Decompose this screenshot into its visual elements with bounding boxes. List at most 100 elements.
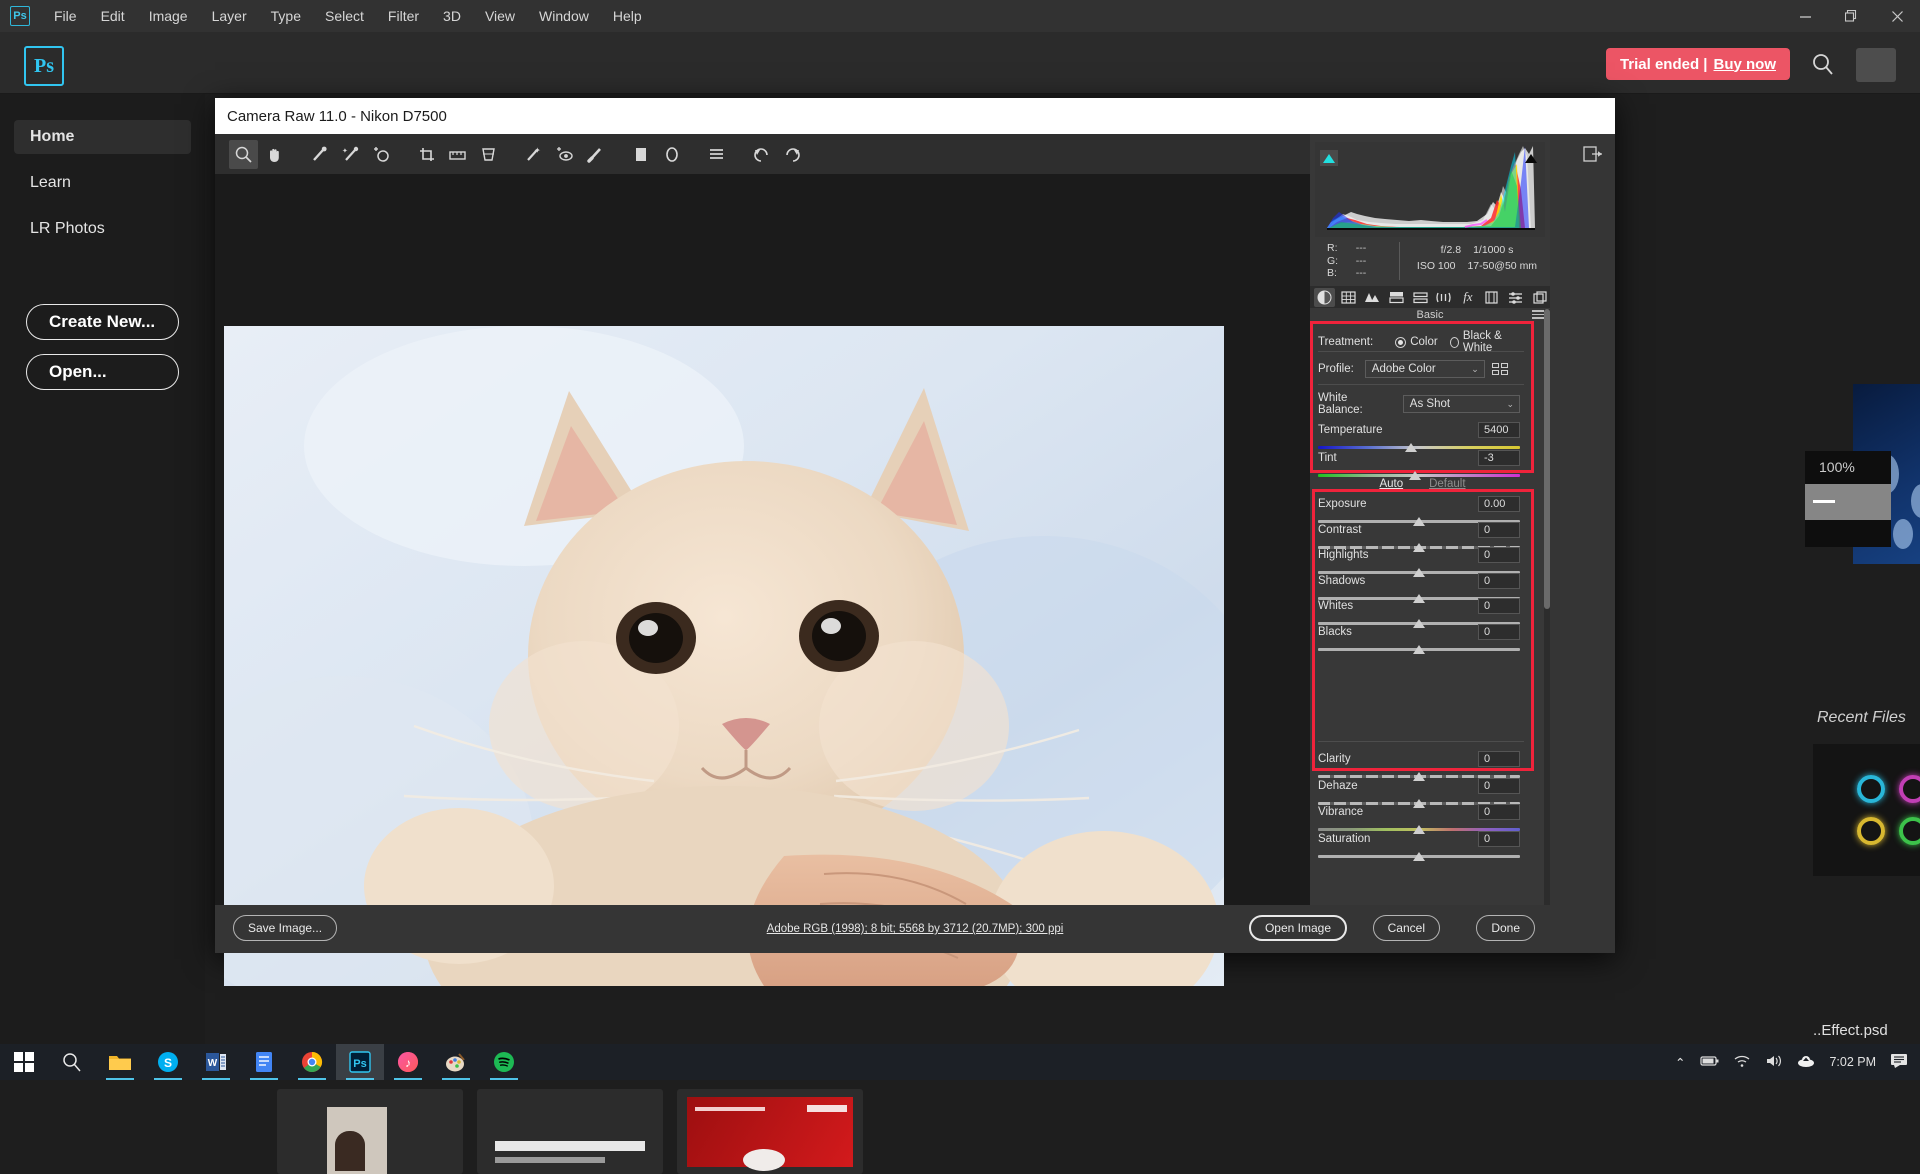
transform-tool[interactable] (474, 140, 503, 169)
battery-icon[interactable] (1699, 1055, 1719, 1070)
search-icon[interactable] (1810, 52, 1836, 78)
shadows-value-input[interactable]: 0 (1478, 573, 1520, 589)
sidebar-item-home[interactable]: Home (14, 120, 191, 154)
cancel-button[interactable]: Cancel (1373, 915, 1440, 941)
zoom-tool[interactable] (229, 140, 258, 169)
toggle-fullscreen-icon[interactable] (1579, 140, 1607, 168)
color-sampler-tool[interactable]: ✦ (336, 140, 365, 169)
tint-value-input[interactable]: -3 (1478, 450, 1520, 466)
default-link[interactable]: Default (1429, 478, 1465, 490)
recent-file-thumbnail[interactable] (1813, 744, 1920, 876)
basic-tab[interactable] (1314, 288, 1335, 307)
graduated-filter-tool[interactable] (626, 140, 655, 169)
taskbar-word[interactable]: W (192, 1044, 240, 1080)
presets-tab[interactable] (1505, 288, 1526, 307)
sidebar-item-lr-photos[interactable]: LR Photos (14, 212, 191, 246)
taskbar-docs[interactable] (240, 1044, 288, 1080)
taskbar-photoshop[interactable]: Ps (336, 1044, 384, 1080)
clock-time[interactable]: 7:02 PM (1829, 1055, 1876, 1069)
blacks-slider[interactable] (1318, 642, 1520, 656)
lens-corrections-tab[interactable] (1434, 288, 1455, 307)
wifi-icon[interactable] (1733, 1054, 1751, 1071)
list-item[interactable] (677, 1089, 863, 1174)
dehaze-value-input[interactable]: 0 (1478, 778, 1520, 794)
menu-item-view[interactable]: View (473, 0, 527, 32)
effects-tab[interactable]: fx (1457, 288, 1478, 307)
avatar[interactable] (1856, 48, 1896, 82)
clarity-value-input[interactable]: 0 (1478, 751, 1520, 767)
taskbar-search-taskbar[interactable] (48, 1044, 96, 1080)
menu-item-file[interactable]: File (42, 0, 89, 32)
taskbar-file-explorer[interactable] (96, 1044, 144, 1080)
calibration-tab[interactable] (1481, 288, 1502, 307)
close-button[interactable] (1874, 0, 1920, 32)
vibrance-value-input[interactable]: 0 (1478, 804, 1520, 820)
panel-scrollbar[interactable] (1544, 309, 1550, 909)
menu-item-type[interactable]: Type (259, 0, 313, 32)
white-balance-tool[interactable] (305, 140, 334, 169)
preferences-tool[interactable] (702, 140, 731, 169)
menu-item-filter[interactable]: Filter (376, 0, 431, 32)
create-new-button[interactable]: Create New... (26, 304, 179, 340)
targeted-adjustment-tool[interactable] (367, 140, 396, 169)
adjustment-brush-tool[interactable] (581, 140, 610, 169)
saturation-slider[interactable] (1318, 849, 1520, 863)
saturation-handle[interactable] (1413, 852, 1425, 861)
taskbar-spotify[interactable] (480, 1044, 528, 1080)
panel-scrollbar-thumb[interactable] (1544, 309, 1550, 609)
straighten-tool[interactable] (443, 140, 472, 169)
tray-chevron-icon[interactable]: ⌃ (1675, 1055, 1685, 1070)
cloud-icon[interactable] (1797, 1054, 1815, 1070)
menu-item-select[interactable]: Select (313, 0, 376, 32)
contrast-value-input[interactable]: 0 (1478, 522, 1520, 538)
open-image-button[interactable]: Open Image (1249, 915, 1347, 941)
saturation-value-input[interactable]: 0 (1478, 831, 1520, 847)
hsl-adjustments-tab[interactable] (1386, 288, 1407, 307)
done-button[interactable]: Done (1476, 915, 1535, 941)
profile-select[interactable]: Adobe Color ⌄ (1365, 360, 1485, 378)
taskbar-paint[interactable] (432, 1044, 480, 1080)
rotate-right-tool[interactable] (778, 140, 807, 169)
auto-link[interactable]: Auto (1379, 478, 1403, 490)
spot-removal-tool[interactable]: ✦ (519, 140, 548, 169)
buy-now-link[interactable]: Buy now (1714, 56, 1777, 73)
profile-browser-icon[interactable] (1492, 363, 1508, 375)
split-toning-tab[interactable] (1410, 288, 1431, 307)
menu-item-image[interactable]: Image (137, 0, 200, 32)
taskbar-chrome[interactable] (288, 1044, 336, 1080)
blacks-value-input[interactable]: 0 (1478, 624, 1520, 640)
taskbar-start-button[interactable] (0, 1044, 48, 1080)
whites-value-input[interactable]: 0 (1478, 598, 1520, 614)
red-eye-removal-tool[interactable] (550, 140, 579, 169)
menu-item-layer[interactable]: Layer (200, 0, 259, 32)
highlights-value-input[interactable]: 0 (1478, 547, 1520, 563)
snapshots-tab[interactable] (1529, 288, 1550, 307)
radio-color[interactable] (1395, 337, 1406, 348)
taskbar-itunes[interactable]: ♪ (384, 1044, 432, 1080)
notification-icon[interactable] (1890, 1053, 1908, 1071)
shadow-clipping-icon[interactable] (1320, 150, 1338, 166)
exposure-value-input[interactable]: 0.00 (1478, 496, 1520, 512)
list-item[interactable] (277, 1089, 463, 1174)
trial-ended-badge[interactable]: Trial ended | Buy now (1606, 48, 1790, 80)
treatment-color-radio[interactable]: Color (1395, 336, 1437, 348)
maximize-button[interactable] (1828, 0, 1874, 32)
menu-item-3d[interactable]: 3D (431, 0, 473, 32)
image-preview-canvas[interactable] (215, 174, 1310, 909)
rotate-left-tool[interactable] (747, 140, 776, 169)
taskbar-skype[interactable]: S (144, 1044, 192, 1080)
crop-tool[interactable] (412, 140, 441, 169)
menu-item-edit[interactable]: Edit (89, 0, 137, 32)
hand-tool[interactable] (260, 140, 289, 169)
panel-menu-icon[interactable] (1532, 310, 1544, 319)
sidebar-item-learn[interactable]: Learn (14, 166, 191, 200)
temperature-value-input[interactable]: 5400 (1478, 422, 1520, 438)
menu-item-help[interactable]: Help (601, 0, 654, 32)
menu-item-window[interactable]: Window (527, 0, 601, 32)
open-button[interactable]: Open... (26, 354, 179, 390)
minimize-button[interactable] (1782, 0, 1828, 32)
volume-icon[interactable] (1765, 1054, 1783, 1071)
highlight-clipping-icon[interactable] (1522, 150, 1540, 166)
tone-curve-tab[interactable] (1338, 288, 1359, 307)
radial-filter-tool[interactable] (657, 140, 686, 169)
